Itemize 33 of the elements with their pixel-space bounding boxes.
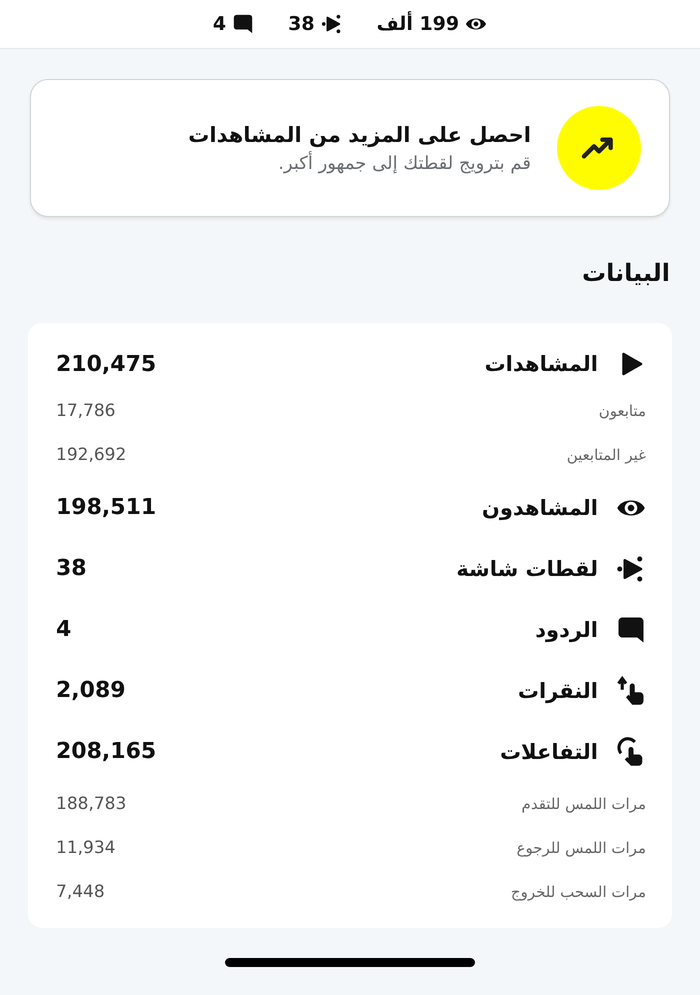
metric-label: المشاهدات	[484, 352, 598, 376]
metric-label: لقطات شاشة	[456, 556, 598, 580]
stat-count: 38	[288, 13, 315, 35]
tap-icon	[616, 676, 646, 706]
stat-count: 4	[212, 13, 226, 35]
metric-label: المشاهدون	[482, 496, 598, 520]
sub-metric-label: متابعون	[598, 402, 646, 420]
promo-subtitle: قم بترويج لقطتك إلى جمهور أكبر.	[277, 152, 531, 174]
sub-metric-label: مرات اللمس للرجوع	[516, 839, 646, 857]
sub-metric-value: 188,783	[56, 794, 126, 814]
metric-value: 198,511	[56, 495, 156, 520]
sub-metric-label: مرات السحب للخروج	[510, 883, 646, 901]
metric-value: 208,165	[56, 739, 156, 764]
metric-value: 4	[56, 617, 72, 642]
metric-value: 38	[56, 556, 87, 581]
metric-label: النقرات	[518, 678, 598, 702]
section-title: البيانات	[581, 259, 670, 289]
sub-metric-label: غير المتابعين	[566, 446, 646, 464]
promo-card[interactable]: احصل على المزيد من المشاهدات قم بترويج لقطتك إلى جمهور أكبر.	[30, 79, 670, 217]
screenshot-icon	[320, 13, 343, 35]
metric-label: التفاعلات	[500, 740, 598, 764]
sub-metric-label: مرات اللمس للتقدم	[522, 795, 646, 813]
speech-bubble-icon	[616, 614, 646, 644]
speech-bubble-icon	[232, 13, 254, 35]
metric-value: 210,475	[56, 352, 156, 376]
sub-metric-value: 192,692	[56, 445, 126, 465]
sub-metric-value: 11,934	[56, 838, 116, 858]
metric-label: الردود	[535, 618, 598, 642]
metric-value: 2,089	[56, 678, 126, 703]
stat-count: 199 ألف	[376, 13, 460, 35]
sub-metric-value: 7,448	[56, 882, 105, 902]
sub-metric-value: 17,786	[56, 401, 116, 421]
promo-title: احصل على المزيد من المشاهدات	[188, 122, 531, 146]
